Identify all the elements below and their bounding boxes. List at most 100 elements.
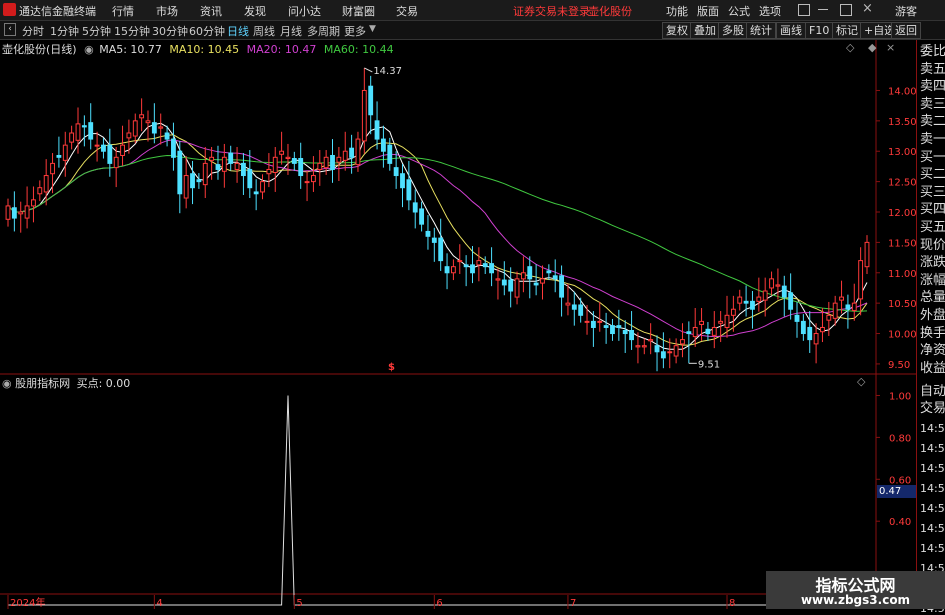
candle-body <box>743 300 749 304</box>
date-tick-label: 4 <box>156 598 162 609</box>
quote-label: 换手 <box>920 325 945 341</box>
period-monthly[interactable]: 月线 <box>280 23 302 39</box>
candle-body <box>457 260 463 263</box>
menu-trade[interactable]: 交易 <box>396 3 418 19</box>
dividend-marker: $ <box>388 362 395 373</box>
period-1min[interactable]: 1分钟 <box>50 23 79 39</box>
indicator-settings-icon[interactable]: ◉ <box>2 377 12 390</box>
candle-body <box>221 156 227 172</box>
chevron-down-icon[interactable]: ▼ <box>369 24 376 34</box>
quote-label: 买四 <box>920 202 945 218</box>
candle-body <box>769 278 774 289</box>
menu-market[interactable]: 市场 <box>156 3 178 19</box>
candle-body <box>336 156 342 163</box>
candle-body <box>603 325 609 328</box>
candle-body <box>781 285 787 298</box>
user-guest[interactable]: 游客 <box>895 3 917 19</box>
candle-body <box>762 290 768 301</box>
expand-icon[interactable]: ◆ <box>868 41 876 54</box>
close-icon[interactable]: × <box>886 41 895 54</box>
period-15min[interactable]: 15分钟 <box>114 23 150 39</box>
candle-body <box>527 266 533 280</box>
candle-body <box>368 85 374 116</box>
collapse-icon[interactable]: ‹ <box>4 23 16 36</box>
candle-body <box>489 263 495 274</box>
candle-body <box>750 300 755 310</box>
stats-button[interactable]: 统计 <box>746 22 776 39</box>
login-status[interactable]: 证券交易未登录 <box>513 3 590 19</box>
candle-body <box>330 154 335 170</box>
candle-body <box>56 154 62 158</box>
maximize-icon[interactable] <box>840 4 852 16</box>
annotation-label: 14.37 <box>373 66 402 77</box>
candle-body <box>272 156 278 174</box>
menu-quotes[interactable]: 行情 <box>112 3 134 19</box>
candle-body <box>361 89 367 142</box>
menu-layout[interactable]: 版面 <box>697 3 719 19</box>
draw-button[interactable]: 画线 <box>776 22 806 39</box>
candle-body <box>845 304 851 310</box>
settings-circle-icon[interactable]: ◉ <box>84 43 94 56</box>
minimize-box-icon[interactable] <box>798 4 810 16</box>
candle-body <box>597 320 603 323</box>
candle-body <box>285 156 291 160</box>
candle-body <box>648 339 654 342</box>
adjust-button[interactable]: 复权 <box>662 22 692 39</box>
indicator-tick-label: 1.00 <box>889 391 911 402</box>
current-stock-name: 壶化股份 <box>588 5 632 18</box>
quote-label: 现价 <box>920 237 945 253</box>
candle-body <box>654 345 660 353</box>
candle-body <box>635 345 641 348</box>
ma60-label: MA60: 10.44 <box>323 43 394 56</box>
period-60min[interactable]: 60分钟 <box>189 23 225 39</box>
candle-body <box>419 208 425 225</box>
period-30min[interactable]: 30分钟 <box>152 23 188 39</box>
back-button[interactable]: 返回 <box>891 22 921 39</box>
mark-button[interactable]: 标记 <box>832 22 862 39</box>
menu-options[interactable]: 选项 <box>759 3 781 19</box>
menu-bar: 通达信金融终端 行情 市场 资讯 发现 问小达 财富圈 交易 证券交易未登录 壶… <box>0 0 945 21</box>
auto-trade-label[interactable]: 交易 <box>920 401 945 416</box>
candle-body <box>139 114 145 119</box>
menu-news[interactable]: 资讯 <box>200 3 222 19</box>
period-intraday[interactable]: 分时 <box>22 23 44 39</box>
diamond-icon[interactable]: ◇ <box>846 41 854 54</box>
menu-discover[interactable]: 发现 <box>244 3 266 19</box>
candle-body <box>476 260 482 266</box>
candle-body <box>711 326 717 336</box>
overlay-button[interactable]: 叠加 <box>690 22 720 39</box>
close-icon[interactable]: × <box>862 1 873 16</box>
kline-chart[interactable]: 14.37 9.51 $ 9.50 10.00 10.50 11.00 11.50 12.00… <box>0 40 916 609</box>
period-daily[interactable]: 日线 <box>227 23 249 39</box>
candle-body <box>680 339 685 345</box>
candle-body <box>304 181 310 184</box>
indicator-diamond-icon[interactable]: ◇ <box>857 375 865 388</box>
candle-body <box>425 230 431 237</box>
menu-function[interactable]: 功能 <box>666 3 688 19</box>
period-5min[interactable]: 5分钟 <box>82 23 111 39</box>
candle-body <box>62 144 68 161</box>
candle-body <box>145 120 151 124</box>
menu-formula[interactable]: 公式 <box>728 3 750 19</box>
candle-body <box>699 320 704 325</box>
candle-body <box>832 302 838 319</box>
period-weekly[interactable]: 周线 <box>253 23 275 39</box>
period-more[interactable]: 更多 <box>344 23 366 39</box>
candle-body <box>730 308 736 316</box>
period-multi[interactable]: 多周期 <box>307 23 340 39</box>
price-tick-label: 12.00 <box>888 208 916 219</box>
menu-ask[interactable]: 问小达 <box>288 3 321 19</box>
f10-button[interactable]: F10 <box>805 22 834 39</box>
candle-body <box>578 304 584 316</box>
candle-body <box>571 304 577 310</box>
quote-label: 涨跌 <box>920 255 945 271</box>
candle-body <box>839 296 844 301</box>
candle-body <box>81 125 87 128</box>
candle-body <box>24 205 30 219</box>
minimize-icon[interactable] <box>818 9 828 10</box>
date-tick-label: 8 <box>729 598 735 609</box>
multi-stock-button[interactable]: 多股 <box>718 22 748 39</box>
menu-wealth[interactable]: 财富圈 <box>342 3 375 19</box>
auto-trade-label[interactable]: 自动 <box>920 384 945 399</box>
quote-label: 买一 <box>920 149 945 165</box>
